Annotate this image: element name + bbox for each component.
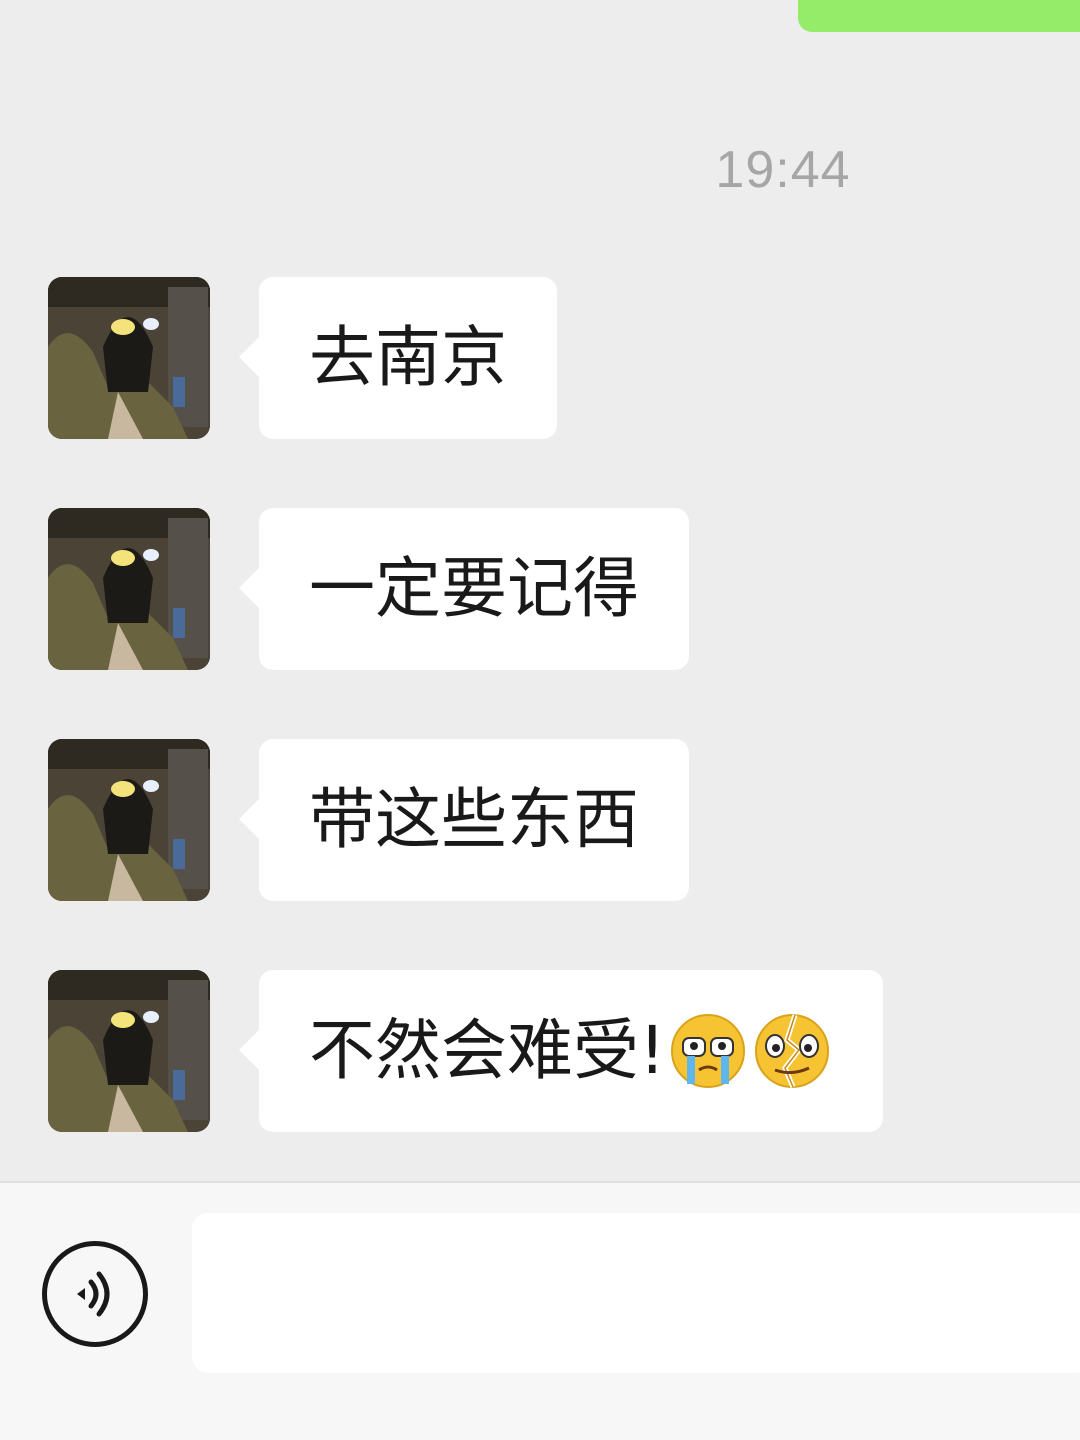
message-text: 不然会难受! xyxy=(309,1012,666,1089)
message-bubble[interactable]: 带这些东西 xyxy=(239,739,689,901)
contact-avatar[interactable] xyxy=(48,508,210,670)
crying-face-emoji xyxy=(667,1010,749,1092)
message-text-input[interactable] xyxy=(192,1213,1080,1373)
voice-input-button[interactable] xyxy=(42,1241,148,1347)
message-bubble[interactable]: 不然会难受! xyxy=(238,970,884,1132)
sent-message-bubble[interactable] xyxy=(798,0,1080,32)
message-timestamp: 19:44 xyxy=(715,141,851,199)
voice-input-icon xyxy=(77,1271,110,1317)
contact-avatar[interactable] xyxy=(48,277,210,439)
message-bubble[interactable]: 一定要记得 xyxy=(239,508,689,670)
broken-face-emoji xyxy=(751,1010,833,1092)
contact-avatar[interactable] xyxy=(48,739,210,901)
message-text: 一定要记得 xyxy=(309,550,639,627)
contact-avatar[interactable] xyxy=(48,970,210,1132)
chat-screen: 19:44 去南京 一定要记得 带这些东西 不然会难受! xyxy=(0,0,1080,1440)
chat-input-bar xyxy=(0,1181,1080,1440)
message-text: 去南京 xyxy=(309,319,507,396)
message-text: 带这些东西 xyxy=(309,781,639,858)
message-bubble[interactable]: 去南京 xyxy=(239,277,557,439)
